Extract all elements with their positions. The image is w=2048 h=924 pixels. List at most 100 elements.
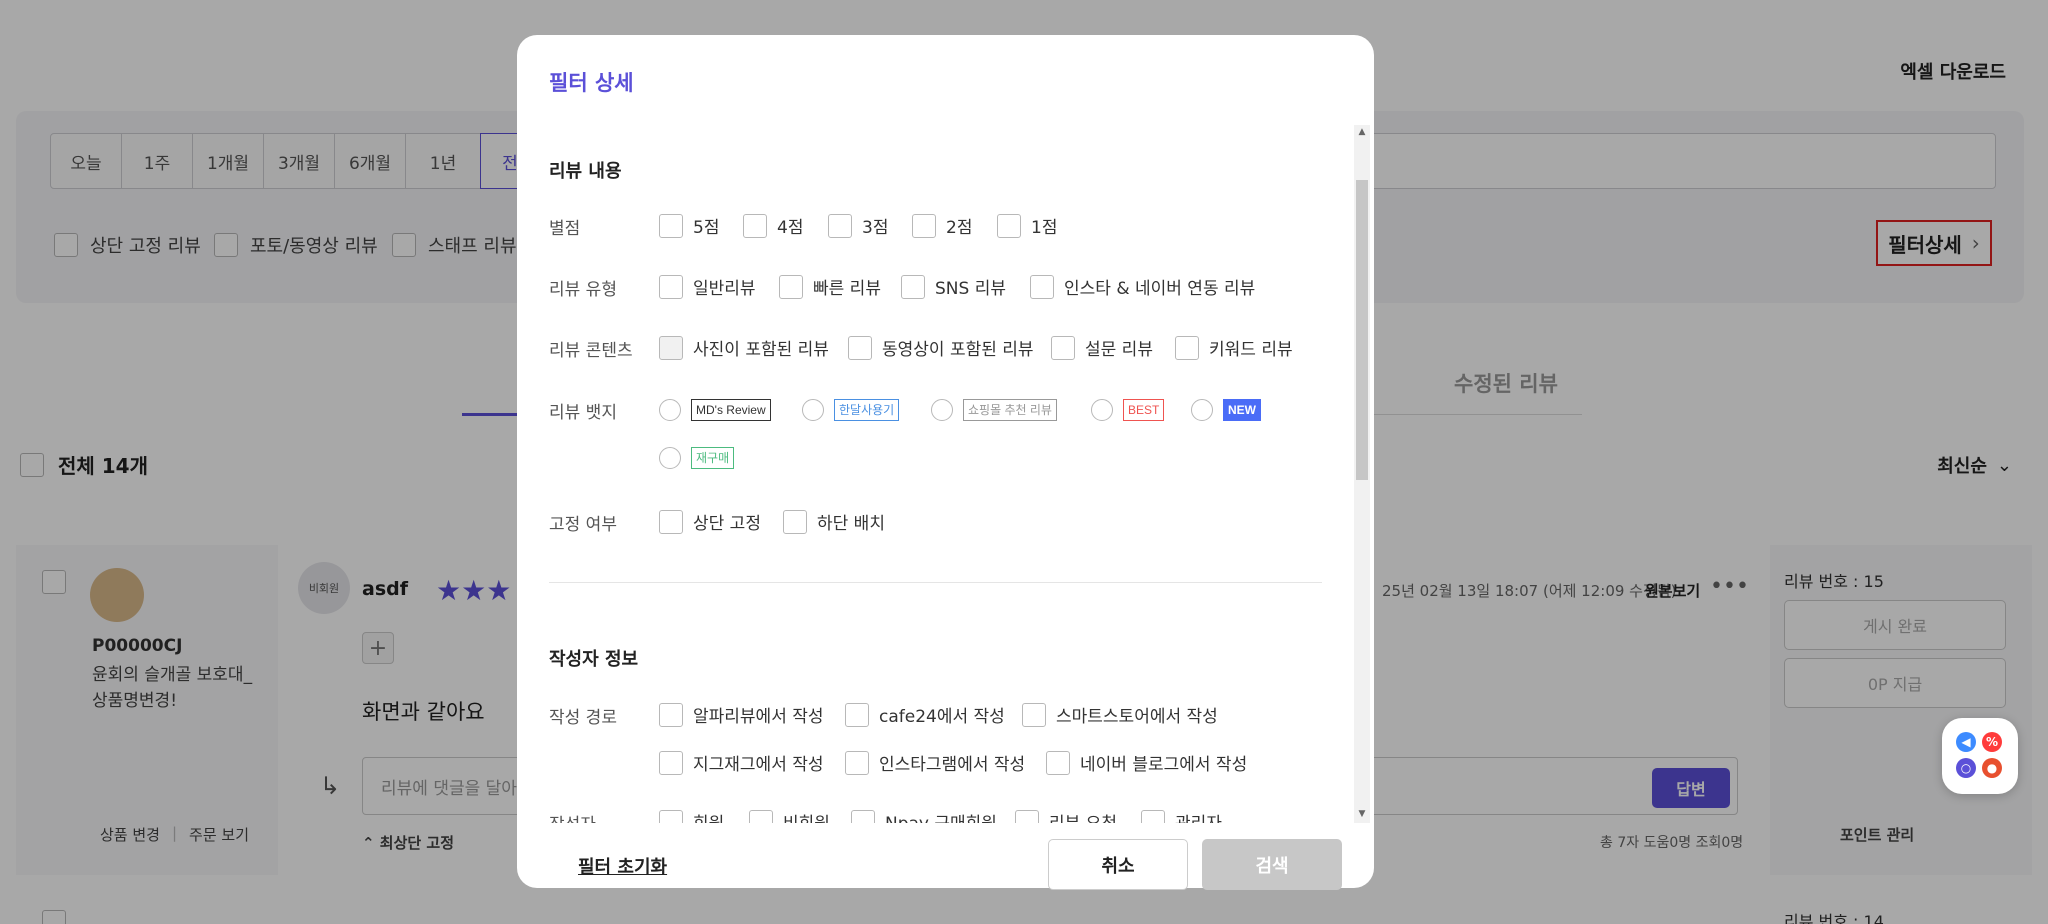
checkbox[interactable] (659, 274, 683, 299)
checkbox[interactable] (659, 809, 683, 823)
radio[interactable] (659, 447, 681, 469)
checkbox[interactable] (828, 213, 852, 238)
reset-filter-button[interactable]: 필터 초기화 (578, 853, 667, 879)
badge-best[interactable]: BEST (1091, 399, 1165, 421)
type-sns[interactable]: SNS 리뷰 (901, 274, 1006, 299)
rating-4[interactable]: 4점 (743, 213, 803, 238)
checkbox[interactable] (901, 274, 925, 299)
section-divider (549, 582, 1322, 583)
radio[interactable] (1091, 399, 1113, 421)
checkbox[interactable] (659, 750, 683, 775)
type-normal[interactable]: 일반리뷰 (659, 274, 756, 299)
author-review-request[interactable]: 리뷰 요청 (1015, 809, 1117, 823)
author-member[interactable]: 회원 (659, 809, 724, 823)
option-label: cafe24에서 작성 (879, 707, 1005, 727)
rating-5[interactable]: 5점 (659, 213, 719, 238)
option-label: 키워드 리뷰 (1209, 340, 1293, 360)
source-cafe24[interactable]: cafe24에서 작성 (845, 702, 1005, 727)
checkbox[interactable] (659, 335, 683, 360)
checkbox[interactable] (783, 509, 807, 534)
checkbox[interactable] (1175, 335, 1199, 360)
checkbox[interactable] (659, 213, 683, 238)
source-alpha[interactable]: 알파리뷰에서 작성 (659, 702, 824, 727)
checkbox[interactable] (1030, 274, 1054, 299)
option-label: Npay 구매회원 (885, 809, 997, 823)
pouch-icon: ● (1982, 758, 2002, 778)
badge-repurchase[interactable]: 재구매 (659, 447, 735, 469)
option-label: 설문 리뷰 (1085, 340, 1153, 360)
checkbox[interactable] (912, 213, 936, 238)
source-naver-blog[interactable]: 네이버 블로그에서 작성 (1046, 750, 1247, 775)
radio[interactable] (931, 399, 953, 421)
content-photo[interactable]: 사진이 포함된 리뷰 (659, 335, 829, 360)
filter-detail-modal: 필터 상세 리뷰 내용 별점 5점 4점 3점 2점 1점 리뷰 유형 일반리뷰… (517, 35, 1374, 890)
option-label: 리뷰 요청 (1049, 809, 1117, 823)
option-label: 지그재그에서 작성 (693, 755, 824, 775)
content-keyword[interactable]: 키워드 리뷰 (1175, 335, 1293, 360)
author-label: 작성자 (549, 810, 596, 823)
type-insta-naver[interactable]: 인스타 & 네이버 연동 리뷰 (1030, 274, 1255, 299)
option-label: 1점 (1031, 218, 1058, 238)
source-zigzag[interactable]: 지그재그에서 작성 (659, 750, 824, 775)
checkbox[interactable] (779, 274, 803, 299)
option-label: 하단 배치 (817, 514, 885, 534)
source-smartstore[interactable]: 스마트스토어에서 작성 (1022, 702, 1218, 727)
rating-1[interactable]: 1점 (997, 213, 1057, 238)
option-label: 비회원 (783, 809, 830, 823)
checkbox[interactable] (659, 509, 683, 534)
modal-title: 필터 상세 (549, 71, 634, 95)
scroll-down-icon[interactable]: ▼ (1354, 809, 1370, 819)
floating-widget[interactable]: ◀ % ○ ● (1942, 718, 2018, 794)
option-label: 스마트스토어에서 작성 (1056, 707, 1218, 727)
radio[interactable] (659, 399, 681, 421)
option-label: 4점 (777, 218, 804, 238)
modal-scroll-area[interactable]: 리뷰 내용 별점 5점 4점 3점 2점 1점 리뷰 유형 일반리뷰 빠른 리뷰… (549, 125, 1337, 823)
search-button[interactable]: 검색 (1202, 839, 1342, 890)
chat-icon: ○ (1956, 758, 1976, 778)
option-label: 알파리뷰에서 작성 (693, 707, 824, 727)
author-admin[interactable]: 관리자 (1141, 809, 1222, 823)
checkbox[interactable] (1022, 702, 1046, 727)
rating-label: 별점 (549, 219, 581, 239)
badge-new[interactable]: NEW (1191, 399, 1261, 421)
option-label: 상단 고정 (693, 514, 761, 534)
checkbox[interactable] (851, 809, 875, 823)
checkbox[interactable] (845, 750, 869, 775)
source-instagram[interactable]: 인스타그램에서 작성 (845, 750, 1025, 775)
rating-3[interactable]: 3점 (828, 213, 888, 238)
option-label: 일반리뷰 (693, 279, 756, 299)
checkbox[interactable] (848, 335, 872, 360)
checkbox[interactable] (845, 702, 869, 727)
source-label: 작성 경로 (549, 708, 617, 728)
content-label: 리뷰 콘텐츠 (549, 341, 633, 361)
checkbox[interactable] (1051, 335, 1075, 360)
content-video[interactable]: 동영상이 포함된 리뷰 (848, 335, 1034, 360)
checkbox[interactable] (1015, 809, 1039, 823)
author-npay[interactable]: Npay 구매회원 (851, 809, 997, 823)
checkbox[interactable] (743, 213, 767, 238)
option-label: SNS 리뷰 (935, 279, 1006, 299)
checkbox[interactable] (749, 809, 773, 823)
scroll-thumb[interactable] (1356, 180, 1368, 480)
badge-md-review[interactable]: MD's Review (659, 399, 771, 421)
scroll-up-icon[interactable]: ▲ (1354, 127, 1370, 137)
content-survey[interactable]: 설문 리뷰 (1051, 335, 1153, 360)
radio[interactable] (802, 399, 824, 421)
badge-one-month[interactable]: 한달사용기 (802, 399, 900, 421)
cancel-button[interactable]: 취소 (1048, 839, 1188, 890)
checkbox[interactable] (1046, 750, 1070, 775)
checkbox[interactable] (1141, 809, 1165, 823)
checkbox[interactable] (659, 702, 683, 727)
pin-top[interactable]: 상단 고정 (659, 509, 761, 534)
pin-bottom[interactable]: 하단 배치 (783, 509, 885, 534)
section-author-info: 작성자 정보 (549, 649, 639, 670)
checkbox[interactable] (997, 213, 1021, 238)
rating-2[interactable]: 2점 (912, 213, 972, 238)
scrollbar[interactable]: ▲ ▼ (1354, 125, 1370, 823)
type-quick[interactable]: 빠른 리뷰 (779, 274, 881, 299)
option-label: 관리자 (1175, 809, 1222, 823)
radio[interactable] (1191, 399, 1213, 421)
author-guest[interactable]: 비회원 (749, 809, 830, 823)
option-label: 인스타 & 네이버 연동 리뷰 (1064, 279, 1256, 299)
badge-recommended[interactable]: 쇼핑몰 추천 리뷰 (931, 399, 1057, 421)
